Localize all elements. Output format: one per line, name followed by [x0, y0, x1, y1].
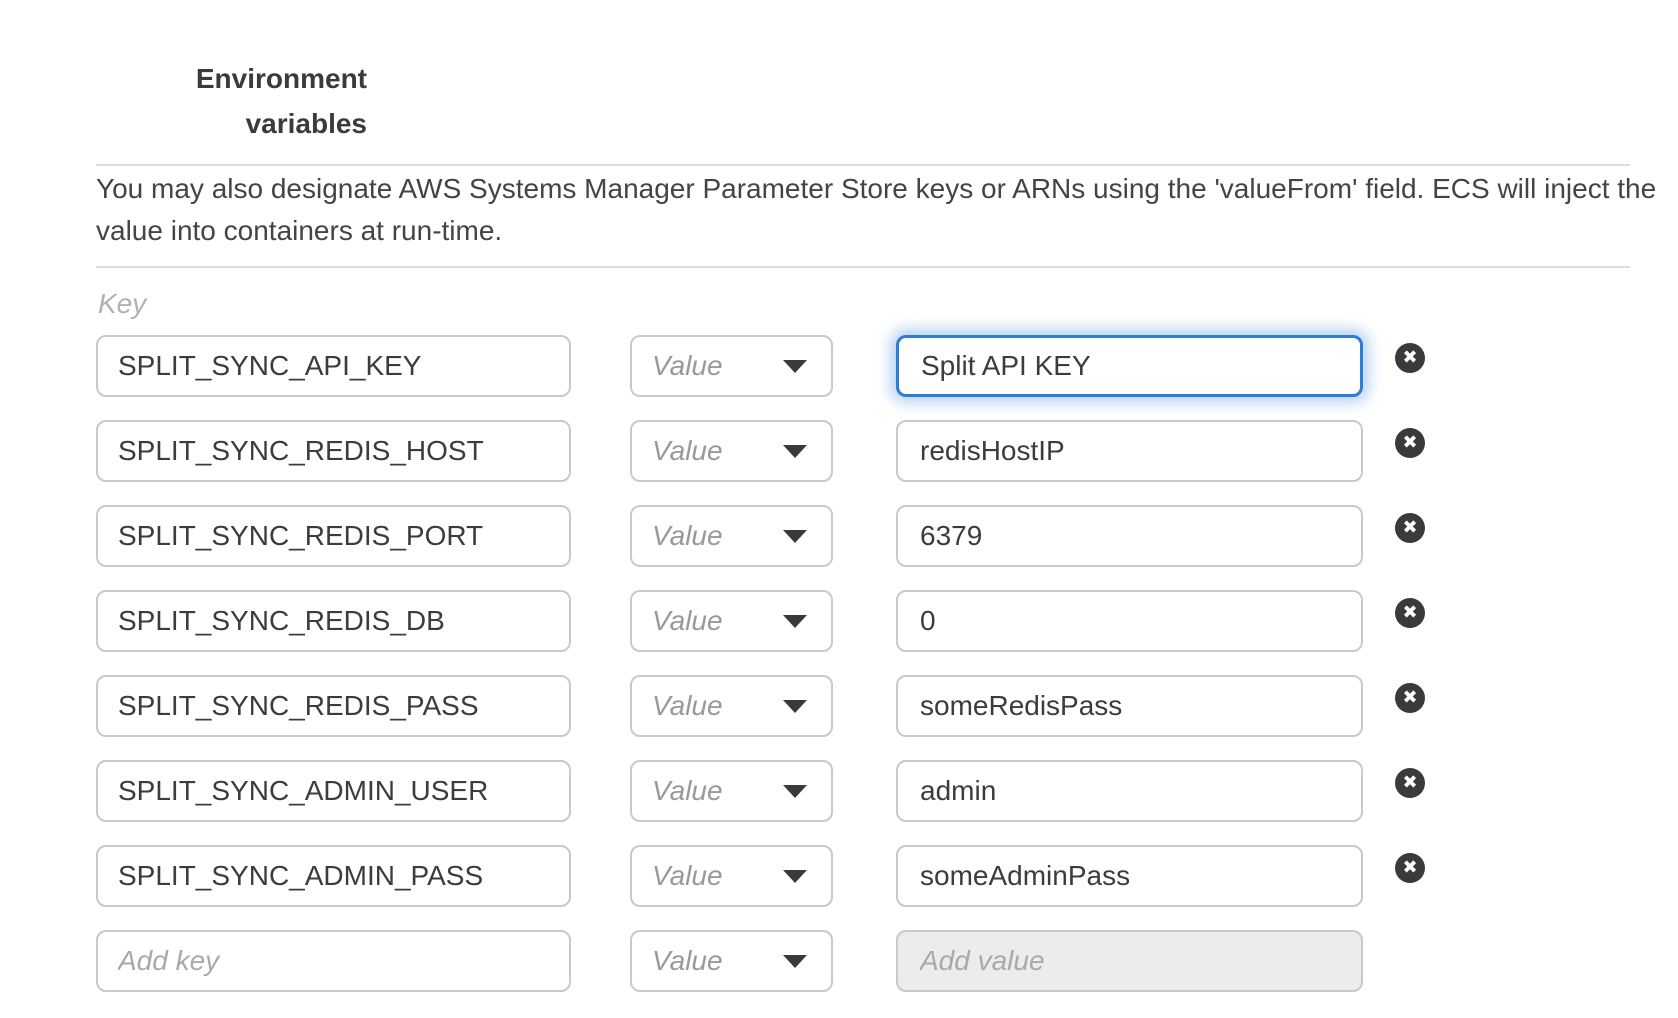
- env-key-input[interactable]: [96, 335, 571, 397]
- value-type-label: Value: [652, 860, 723, 892]
- env-key-input[interactable]: [96, 675, 571, 737]
- add-value-input[interactable]: [896, 930, 1363, 992]
- key-column-header: Key: [98, 288, 146, 320]
- caret-down-icon: [783, 955, 807, 968]
- section-label: Environment variables: [147, 56, 367, 146]
- remove-row-button[interactable]: ✖: [1395, 768, 1425, 798]
- env-var-row: Value ✖: [96, 335, 1596, 397]
- remove-x-icon: ✖: [1402, 859, 1417, 877]
- value-type-label: Value: [652, 605, 723, 637]
- remove-x-icon: ✖: [1402, 349, 1417, 367]
- value-type-dropdown[interactable]: Value: [630, 675, 833, 737]
- divider-bottom: [96, 266, 1630, 268]
- env-var-row: Value ✖: [96, 760, 1596, 822]
- remove-row-button[interactable]: ✖: [1395, 853, 1425, 883]
- caret-down-icon: [783, 615, 807, 628]
- environment-variables-section: Environment variables You may also desig…: [0, 0, 1678, 1018]
- env-key-input[interactable]: [96, 845, 571, 907]
- value-type-dropdown[interactable]: Value: [630, 505, 833, 567]
- env-value-input[interactable]: [896, 845, 1363, 907]
- env-var-row: Value ✖: [96, 505, 1596, 567]
- env-var-row: Value ✖: [96, 845, 1596, 907]
- caret-down-icon: [783, 360, 807, 373]
- add-key-input[interactable]: [96, 930, 571, 992]
- caret-down-icon: [783, 530, 807, 543]
- env-key-input[interactable]: [96, 420, 571, 482]
- remove-x-icon: ✖: [1402, 434, 1417, 452]
- remove-row-button[interactable]: ✖: [1395, 343, 1425, 373]
- remove-x-icon: ✖: [1402, 774, 1417, 792]
- value-type-label: Value: [652, 350, 723, 382]
- caret-down-icon: [783, 785, 807, 798]
- remove-row-button[interactable]: ✖: [1395, 513, 1425, 543]
- caret-down-icon: [783, 445, 807, 458]
- env-value-input[interactable]: [896, 335, 1363, 397]
- caret-down-icon: [783, 870, 807, 883]
- env-var-row: Value ✖: [96, 675, 1596, 737]
- remove-row-button[interactable]: ✖: [1395, 683, 1425, 713]
- env-key-input[interactable]: [96, 760, 571, 822]
- value-type-label: Value: [652, 520, 723, 552]
- env-var-row: Value ✖: [96, 590, 1596, 652]
- env-value-input[interactable]: [896, 590, 1363, 652]
- value-type-label: Value: [652, 435, 723, 467]
- remove-row-button[interactable]: ✖: [1395, 598, 1425, 628]
- value-type-dropdown[interactable]: Value: [630, 845, 833, 907]
- help-text: You may also designate AWS Systems Manag…: [96, 168, 1678, 252]
- env-value-input[interactable]: [896, 505, 1363, 567]
- env-key-input[interactable]: [96, 505, 571, 567]
- value-type-dropdown[interactable]: Value: [630, 420, 833, 482]
- remove-x-icon: ✖: [1402, 519, 1417, 537]
- value-type-dropdown[interactable]: Value: [630, 590, 833, 652]
- env-value-input[interactable]: [896, 675, 1363, 737]
- value-type-label: Value: [652, 690, 723, 722]
- value-type-dropdown[interactable]: Value: [630, 335, 833, 397]
- remove-row-button[interactable]: ✖: [1395, 428, 1425, 458]
- env-var-row: Value ✖: [96, 420, 1596, 482]
- value-type-dropdown[interactable]: Value: [630, 760, 833, 822]
- value-type-dropdown[interactable]: Value: [630, 930, 833, 992]
- divider-top: [96, 164, 1630, 166]
- value-type-label: Value: [652, 945, 723, 977]
- env-value-input[interactable]: [896, 760, 1363, 822]
- remove-x-icon: ✖: [1402, 689, 1417, 707]
- caret-down-icon: [783, 700, 807, 713]
- value-type-label: Value: [652, 775, 723, 807]
- env-key-input[interactable]: [96, 590, 571, 652]
- add-env-var-row: Value: [96, 930, 1596, 992]
- remove-x-icon: ✖: [1402, 604, 1417, 622]
- env-value-input[interactable]: [896, 420, 1363, 482]
